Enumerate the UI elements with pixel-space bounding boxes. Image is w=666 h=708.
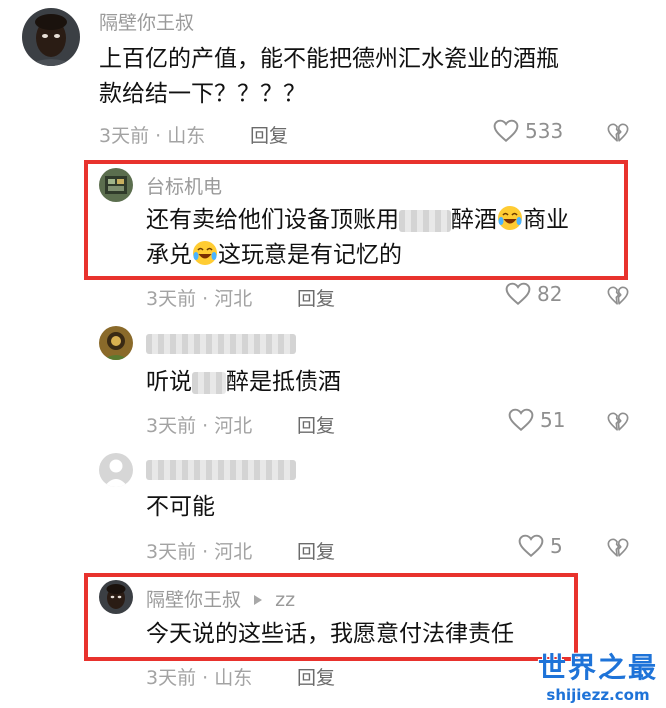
avatar[interactable] (99, 326, 133, 360)
comment-text-line-1: 还有卖给他们设备顶账用 醉酒 商业 (146, 203, 569, 237)
dislike-broken-heart-icon[interactable] (607, 537, 629, 559)
comment-time-location: 3天前 · 山东 (99, 125, 206, 147)
reply-to-username[interactable]: zz (275, 589, 295, 611)
blurred-text (146, 459, 296, 480)
comment-text-line-2: 款给结一下？？？？ (99, 81, 306, 107)
avatar[interactable] (22, 8, 80, 66)
blurred-text (146, 333, 296, 354)
comment-time-location: 3天前 · 山东 (146, 667, 253, 689)
avatar-default[interactable] (99, 453, 133, 487)
like-count: 82 (537, 282, 563, 306)
reply-button[interactable]: 回复 (297, 663, 335, 690)
comment-username-blurred[interactable] (146, 458, 296, 480)
dislike-broken-heart-icon[interactable] (607, 411, 629, 433)
avatar[interactable] (99, 168, 133, 202)
like-button[interactable]: 5 (518, 534, 563, 558)
blurred-text (192, 371, 226, 394)
comment-text-segment: 醉是抵债酒 (226, 369, 341, 395)
reply-button[interactable]: 回复 (297, 411, 335, 438)
like-button[interactable]: 82 (505, 282, 562, 306)
comment-text-segment: 醉酒 (451, 207, 497, 233)
watermark-url-text: shijiezz.com (546, 686, 650, 704)
watermark-logo: 世界之最 shijiezz.com (538, 646, 658, 704)
heart-icon (493, 119, 519, 143)
comment-text: 今天说的这些话，我愿意付法律责任 (146, 621, 514, 647)
comment-text: 听说 醉是抵债酒 (146, 365, 341, 399)
like-count: 5 (550, 534, 563, 558)
comment-text-segment: 承兑 (146, 242, 192, 268)
username-text: 隔壁你王叔 (146, 589, 242, 611)
comment-time-location: 3天前 · 河北 (146, 288, 253, 310)
comment-username[interactable]: 隔壁你王叔 (99, 8, 194, 35)
like-count: 51 (540, 408, 566, 432)
like-button[interactable]: 51 (508, 408, 565, 432)
reply-button[interactable]: 回复 (297, 284, 335, 311)
reply-arrow-icon (254, 595, 263, 605)
comment-username[interactable]: 台标机电 (146, 172, 222, 199)
heart-icon (518, 534, 544, 558)
comment-username-blurred[interactable] (146, 332, 296, 354)
watermark-main-text: 世界之最 (537, 651, 658, 684)
comment-text-segment: 还有卖给他们设备顶账用 (146, 207, 399, 233)
reply-button[interactable]: 回复 (250, 121, 288, 148)
comment-time-location: 3天前 · 河北 (146, 415, 253, 437)
laughing-tears-emoji-icon (498, 206, 522, 230)
comment-text: 不可能 (146, 494, 215, 520)
dislike-broken-heart-icon[interactable] (607, 122, 629, 144)
comment-text-line-2: 承兑 这玩意是有记忆的 (146, 238, 402, 272)
like-count: 533 (525, 119, 564, 143)
comment-text-line-1: 上百亿的产值，能不能把德州汇水瓷业的酒瓶 (99, 46, 559, 72)
comment-text-segment: 听说 (146, 369, 192, 395)
comment-text-segment: 商业 (523, 207, 569, 233)
dislike-broken-heart-icon[interactable] (607, 285, 629, 307)
like-button[interactable]: 533 (493, 119, 563, 143)
laughing-tears-emoji-icon (193, 241, 217, 265)
blurred-text (399, 209, 451, 232)
heart-icon (505, 282, 531, 306)
avatar[interactable] (99, 580, 133, 614)
comment-time-location: 3天前 · 河北 (146, 541, 253, 563)
heart-icon (508, 408, 534, 432)
comment-username[interactable]: 隔壁你王叔 zz (146, 585, 295, 612)
comment-text-segment: 这玩意是有记忆的 (218, 242, 402, 268)
reply-button[interactable]: 回复 (297, 537, 335, 564)
